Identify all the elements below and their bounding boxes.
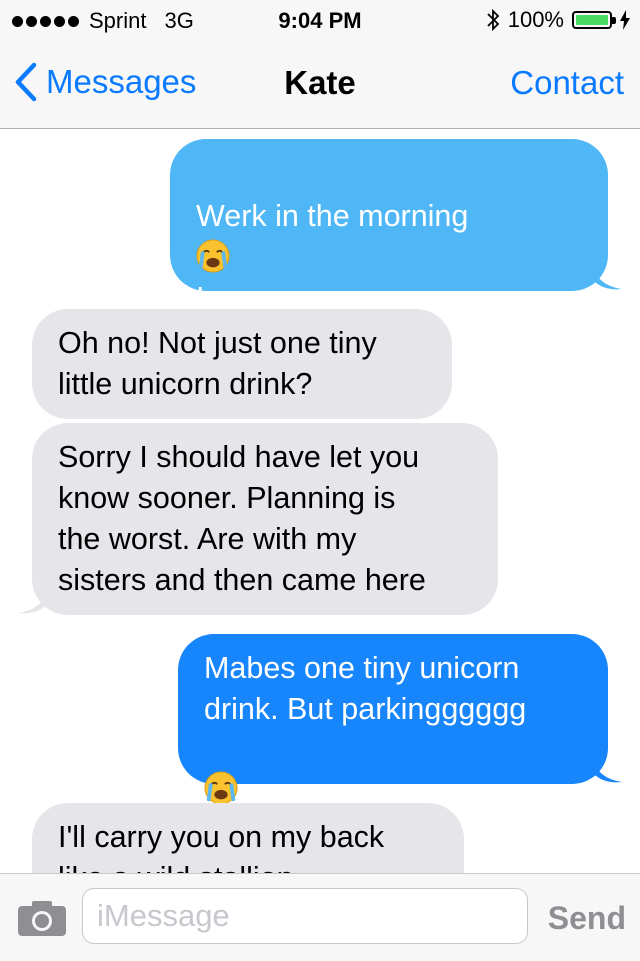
- sent-message-bubble[interactable]: Werk in the morning I get off around 230…: [170, 139, 622, 397]
- sent-message-bubble[interactable]: Mabes one tiny unicorn drink. But parkin…: [178, 634, 622, 784]
- loudly-crying-face-icon: [196, 239, 230, 273]
- received-message-bubble[interactable]: I'll carry you on my back like a wild st…: [32, 803, 464, 873]
- camera-icon: [18, 901, 66, 936]
- back-button[interactable]: Messages: [14, 62, 196, 102]
- bluetooth-icon: [487, 8, 499, 32]
- bubble-tail: [594, 758, 622, 783]
- received-message-bubble[interactable]: Sorry I should have let you know sooner.…: [18, 423, 498, 615]
- status-bar: Sprint 3G 9:04 PM 100%: [0, 0, 640, 40]
- battery-icon: [572, 11, 616, 29]
- message-text: Oh no! Not just one tiny little unicorn …: [58, 326, 377, 401]
- input-bar: Send: [0, 873, 640, 961]
- camera-button[interactable]: [16, 898, 68, 943]
- loudly-crying-face-icon: [204, 771, 238, 805]
- bubble-tail: [18, 589, 46, 614]
- status-right: 100%: [486, 7, 630, 33]
- battery-fill: [576, 15, 608, 25]
- back-label: Messages: [46, 63, 197, 100]
- bubble-tail: [594, 265, 622, 290]
- received-message-bubble[interactable]: Oh no! Not just one tiny little unicorn …: [32, 309, 452, 419]
- lightning-icon: [620, 10, 630, 30]
- message-input[interactable]: [82, 888, 528, 944]
- message-text: I'll carry you on my back like a wild st…: [58, 820, 385, 873]
- send-button[interactable]: Send: [548, 900, 626, 937]
- message-thread[interactable]: Werk in the morning I get off around 230…: [0, 129, 640, 873]
- message-text: Mabes one tiny unicorn drink. But parkin…: [204, 651, 527, 726]
- battery-percent: 100%: [507, 7, 564, 32]
- chevron-left-icon: [15, 62, 37, 102]
- contact-button[interactable]: Contact: [510, 64, 624, 102]
- message-text: Sorry I should have let you know sooner.…: [58, 440, 426, 597]
- navigation-bar: Messages Kate Contact: [0, 40, 640, 129]
